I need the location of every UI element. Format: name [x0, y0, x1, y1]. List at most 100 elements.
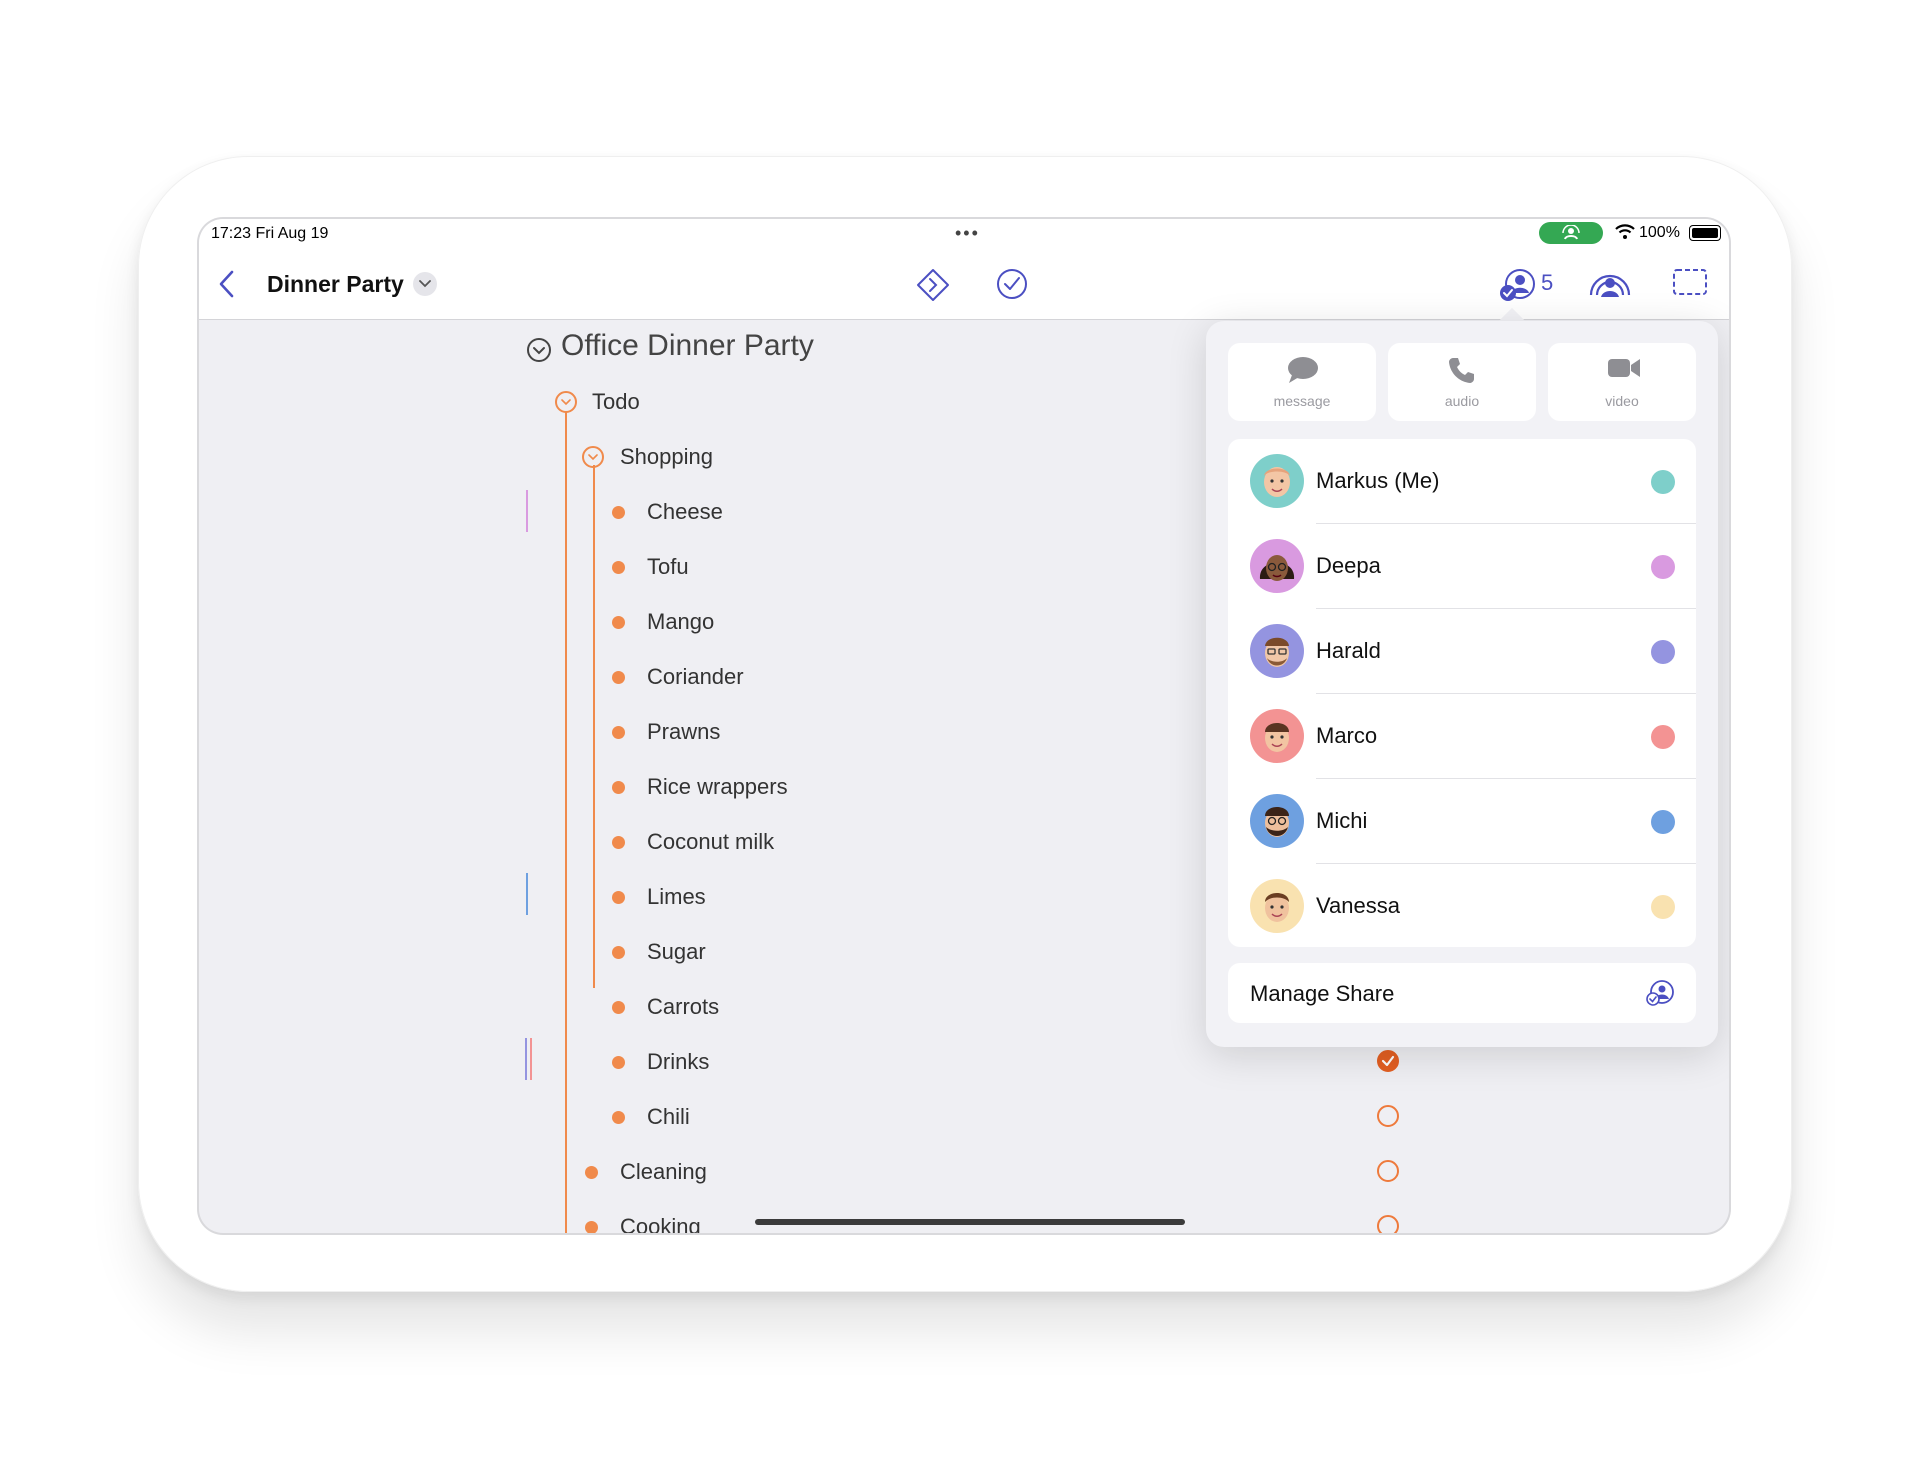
outline-root-title[interactable]: Office Dinner Party	[561, 329, 814, 363]
bullet	[612, 891, 625, 904]
avatar	[1250, 794, 1304, 848]
drinks-checkbox[interactable]	[1377, 1050, 1399, 1072]
outline-item-coconut-milk[interactable]: Coconut milk	[647, 829, 774, 855]
status-time: 17:23 Fri Aug 19	[211, 225, 329, 242]
participant-row[interactable]: Michi	[1228, 779, 1696, 864]
bullet	[612, 1001, 625, 1014]
avatar	[1250, 709, 1304, 763]
manage-share-label: Manage Share	[1250, 981, 1395, 1006]
outline-item-cooking[interactable]: Cooking	[620, 1214, 701, 1233]
checkmark-icon	[1381, 1055, 1395, 1067]
cleaning-checkbox[interactable]	[1377, 1160, 1399, 1182]
chevron-down-icon	[588, 454, 598, 461]
participant-row[interactable]: Vanessa	[1228, 864, 1696, 947]
outline-item-coriander[interactable]: Coriander	[647, 664, 744, 690]
phone-icon	[1449, 358, 1474, 383]
participant-color-dot	[1651, 640, 1675, 664]
video-button[interactable]: video	[1548, 343, 1696, 421]
edit-marker-marco	[530, 1038, 532, 1080]
focus-diamond-icon[interactable]	[915, 267, 951, 303]
shareplay-icon[interactable]	[1587, 267, 1633, 301]
outline-item-rice-wrappers[interactable]: Rice wrappers	[647, 774, 788, 800]
bullet	[612, 561, 625, 574]
outline-item-chili[interactable]: Chili	[647, 1104, 690, 1130]
message-button[interactable]: message	[1228, 343, 1376, 421]
participant-name: Michi	[1316, 808, 1368, 833]
wifi-icon	[1615, 224, 1635, 239]
participant-color-dot	[1651, 470, 1675, 494]
selection-frame-icon[interactable]	[1672, 267, 1708, 297]
video-label: video	[1605, 393, 1639, 409]
home-indicator[interactable]	[755, 1219, 1185, 1225]
edit-marker-harald	[525, 1038, 527, 1080]
top-bar: 17:23 Fri Aug 19 ••• 100% Dinner Party 5	[199, 219, 1729, 320]
participant-row[interactable]: Deepa	[1228, 524, 1696, 609]
participant-name: Marco	[1316, 723, 1378, 748]
battery-percent: 100%	[1639, 224, 1680, 241]
todo-guide-line	[565, 411, 567, 1233]
participant-color-dot	[1651, 810, 1675, 834]
participant-row[interactable]: Harald	[1228, 609, 1696, 694]
avatar	[1250, 624, 1304, 678]
checkmark-circle-icon[interactable]	[995, 267, 1029, 301]
outline-item-carrots[interactable]: Carrots	[647, 994, 719, 1020]
message-label: message	[1273, 393, 1331, 409]
chevron-down-icon	[561, 399, 571, 406]
document-title[interactable]: Dinner Party	[267, 271, 404, 298]
audio-label: audio	[1444, 393, 1480, 409]
bullet	[612, 506, 625, 519]
participant-row[interactable]: Marco	[1228, 694, 1696, 779]
outline-item-limes[interactable]: Limes	[647, 884, 706, 910]
audio-button[interactable]: audio	[1388, 343, 1536, 421]
outline-item-tofu[interactable]: Tofu	[647, 554, 689, 580]
bullet	[612, 836, 625, 849]
bullet	[612, 781, 625, 794]
share-popover: message audio video Markus (Me) Deepa Ha…	[1206, 321, 1718, 1047]
back-chevron-icon[interactable]	[217, 269, 237, 299]
avatar	[1250, 454, 1304, 508]
bullet	[585, 1221, 598, 1233]
shareplay-icon	[1562, 225, 1580, 240]
participant-name: Harald	[1316, 638, 1381, 663]
collaborator-count[interactable]: 5	[1541, 270, 1553, 296]
outline-item-prawns[interactable]: Prawns	[647, 719, 720, 745]
participant-color-dot	[1651, 555, 1675, 579]
outline-item-mango[interactable]: Mango	[647, 609, 714, 635]
bullet	[585, 1166, 598, 1179]
outline-item-shopping[interactable]: Shopping	[620, 444, 713, 470]
participant-name: Deepa	[1316, 553, 1381, 578]
title-menu-button[interactable]	[413, 272, 437, 296]
outline-item-sugar[interactable]: Sugar	[647, 939, 706, 965]
cooking-checkbox[interactable]	[1377, 1215, 1399, 1233]
outline-item-cheese[interactable]: Cheese	[647, 499, 723, 525]
participants-list: Markus (Me) Deepa Harald Marco Michi Van…	[1228, 439, 1696, 947]
outline-item-todo[interactable]: Todo	[592, 389, 640, 415]
outline-item-drinks[interactable]: Drinks	[647, 1049, 709, 1075]
manage-share-button[interactable]: Manage Share	[1228, 963, 1696, 1023]
shopping-guide-line	[593, 465, 595, 988]
bullet	[612, 671, 625, 684]
avatar	[1250, 879, 1304, 933]
participant-row[interactable]: Markus (Me)	[1228, 439, 1696, 524]
battery-icon	[1689, 225, 1721, 241]
participant-color-dot	[1651, 725, 1675, 749]
manage-share-icon	[1646, 980, 1674, 1006]
outline-item-cleaning[interactable]: Cleaning	[620, 1159, 707, 1185]
bullet	[612, 946, 625, 959]
todo-collapse-toggle[interactable]	[555, 391, 577, 413]
edit-marker-michi	[526, 873, 528, 915]
collapse-root-icon[interactable]	[526, 337, 552, 363]
chili-checkbox[interactable]	[1377, 1105, 1399, 1127]
participant-name: Vanessa	[1316, 893, 1400, 918]
message-bubble-icon	[1288, 357, 1318, 383]
chevron-down-icon	[419, 280, 431, 288]
bullet	[612, 1056, 625, 1069]
shareplay-pill[interactable]	[1539, 222, 1603, 244]
app-screen: 17:23 Fri Aug 19 ••• 100% Dinner Party 5…	[199, 219, 1729, 1233]
multitasking-dots[interactable]: •••	[955, 223, 980, 244]
participant-color-dot	[1651, 895, 1675, 919]
edit-marker-deepa	[526, 490, 528, 532]
collaborators-icon[interactable]	[1499, 267, 1537, 303]
bullet	[612, 1111, 625, 1124]
shopping-collapse-toggle[interactable]	[582, 446, 604, 468]
